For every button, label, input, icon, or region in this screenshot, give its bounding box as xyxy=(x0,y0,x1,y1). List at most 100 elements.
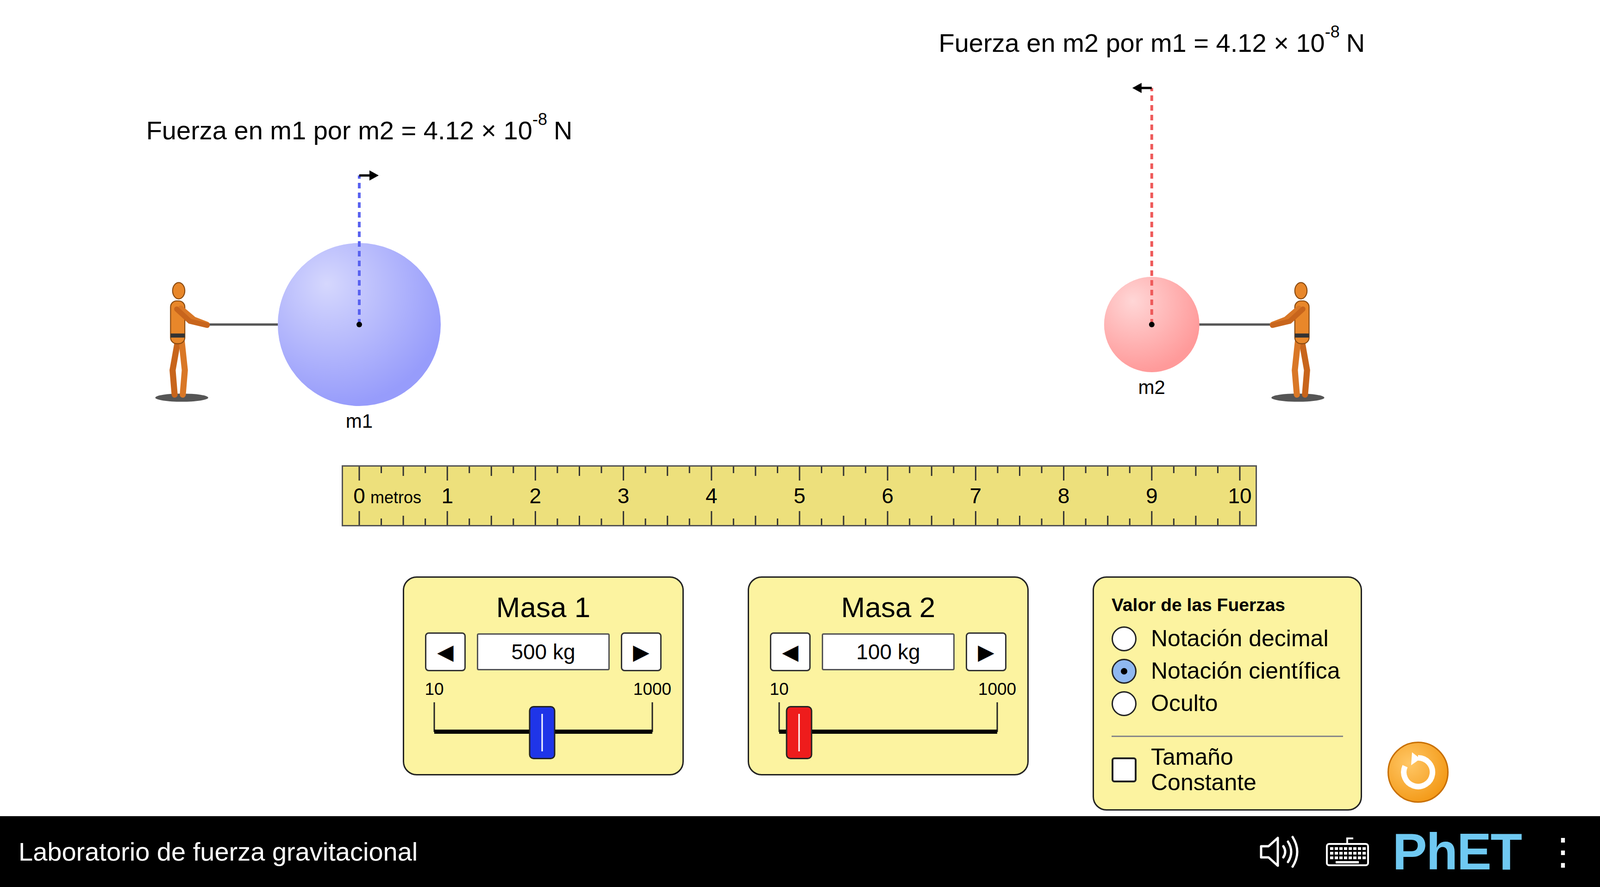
ruler-tick xyxy=(688,466,691,474)
play-area: m1Fuerza en m1 por m2 = 4.12 × 10-8Nm2Fu… xyxy=(0,0,1600,577)
decrease-button[interactable]: ◀ xyxy=(769,632,811,672)
checkbox[interactable] xyxy=(1111,757,1137,783)
ruler-tick xyxy=(864,466,867,474)
key xyxy=(1357,847,1362,850)
ruler-tick xyxy=(1129,518,1131,525)
leg xyxy=(1294,341,1299,395)
ruler-tick xyxy=(446,511,449,525)
phet-logo[interactable]: PhET xyxy=(1392,825,1522,878)
reset-head xyxy=(1411,752,1421,766)
radio-option[interactable]: Notación decimal xyxy=(1111,622,1344,656)
ruler-tick xyxy=(600,518,603,525)
slider-thumb[interactable] xyxy=(785,706,813,760)
menu-button[interactable]: ⋮ xyxy=(1544,833,1582,871)
ruler-tick xyxy=(1173,466,1175,474)
ruler-tick xyxy=(380,466,382,474)
ruler-tick xyxy=(446,466,449,481)
key xyxy=(1348,856,1352,860)
force-guide-line xyxy=(357,175,361,325)
ruler-tick xyxy=(908,466,911,474)
ruler-tick xyxy=(931,466,933,476)
ruler-number: 6 xyxy=(881,485,894,507)
radio-button[interactable] xyxy=(1111,626,1137,652)
ruler-tick xyxy=(887,511,889,525)
mass-control-panel: Masa 2◀100 kg▶101000 xyxy=(747,576,1029,776)
slider-end-tick xyxy=(651,702,654,732)
ruler-tick xyxy=(975,511,977,525)
ruler-number: 8 xyxy=(1057,485,1070,507)
radio-option[interactable]: Oculto xyxy=(1111,687,1344,720)
ruler-tick xyxy=(644,466,647,474)
radio-button[interactable] xyxy=(1111,658,1137,684)
ruler-number: 2 xyxy=(529,485,542,507)
ruler[interactable]: 012345678910metros xyxy=(341,465,1257,527)
ruler-tick xyxy=(1041,466,1043,474)
mass-slider[interactable]: 101000 xyxy=(434,679,653,760)
ruler-tick xyxy=(908,518,911,525)
ruler-tick xyxy=(490,466,493,476)
leg xyxy=(1301,341,1307,395)
key xyxy=(1334,851,1338,855)
force-unit: N xyxy=(553,115,573,145)
ruler-number: 1 xyxy=(441,485,454,507)
ruler-tick xyxy=(1194,515,1197,525)
increase-button[interactable]: ▶ xyxy=(620,632,662,672)
key xyxy=(1343,847,1348,850)
slider-end-tick xyxy=(433,702,436,732)
ruler-tick xyxy=(799,466,801,481)
ruler-tick xyxy=(1150,466,1153,481)
mass-slider[interactable]: 101000 xyxy=(779,679,998,760)
keyboard-icon[interactable] xyxy=(1325,836,1370,868)
key xyxy=(1348,847,1352,850)
decrease-button[interactable]: ◀ xyxy=(425,632,466,672)
ruler-tick xyxy=(754,515,757,525)
ruler-number: 5 xyxy=(793,485,806,507)
ruler-tick xyxy=(732,518,735,525)
ruler-tick xyxy=(710,466,713,481)
ruler-tick xyxy=(996,518,999,525)
mass-label: m1 xyxy=(345,410,373,432)
slider-thumb[interactable] xyxy=(529,706,556,760)
ruler-tick xyxy=(512,518,514,525)
mass-label: m2 xyxy=(1138,376,1166,399)
radio-option[interactable]: Notación científica xyxy=(1111,655,1344,688)
mass-sphere[interactable] xyxy=(277,243,441,407)
puller-figure xyxy=(1271,282,1325,402)
puller-figure-icon xyxy=(1265,280,1327,403)
ruler-tick xyxy=(887,466,889,481)
space-key xyxy=(1335,861,1359,864)
ruler-tick xyxy=(1106,466,1109,476)
head xyxy=(1294,282,1307,299)
ruler-tick xyxy=(843,466,845,476)
ruler-tick xyxy=(820,518,823,525)
ruler-tick xyxy=(600,466,603,474)
ruler-tick xyxy=(776,518,779,525)
ruler-tick xyxy=(1085,466,1087,474)
ruler-tick xyxy=(1239,466,1241,481)
force-guide-line xyxy=(1150,87,1154,325)
checkbox-option[interactable]: Tamaño Constante xyxy=(1111,744,1344,796)
sound-wave xyxy=(1283,846,1286,858)
mass-spinner: ◀500 kg▶ xyxy=(425,632,662,672)
increase-button[interactable]: ▶ xyxy=(965,632,1007,672)
speaker-icon[interactable] xyxy=(1259,835,1303,869)
force-exponent: -8 xyxy=(532,110,548,130)
ruler-tick xyxy=(578,466,581,476)
key xyxy=(1334,847,1338,850)
force-unit: N xyxy=(1346,28,1365,58)
radio-button[interactable] xyxy=(1111,691,1137,717)
force-text: Fuerza en m2 por m1 = 4.12 × 10 xyxy=(938,28,1325,58)
slider-max: 1000 xyxy=(978,679,1017,700)
mass-control-panel: Masa 1◀500 kg▶101000 xyxy=(402,576,684,776)
reset-button[interactable] xyxy=(1387,741,1449,803)
key xyxy=(1339,851,1343,855)
control-row: Masa 1◀500 kg▶101000Masa 2◀100 kg▶101000… xyxy=(0,576,1600,817)
ruler-tick xyxy=(952,518,955,525)
ruler-tick xyxy=(975,466,977,481)
ruler-number: 9 xyxy=(1145,485,1158,507)
ruler-tick xyxy=(1194,466,1197,476)
keyboard-frame xyxy=(1326,843,1369,866)
ruler-tick xyxy=(996,466,999,474)
ruler-tick xyxy=(578,515,581,525)
nav-bar: Laboratorio de fuerza gravitacionalPhET⋮ xyxy=(0,816,1600,887)
